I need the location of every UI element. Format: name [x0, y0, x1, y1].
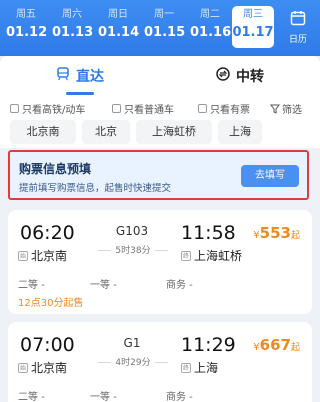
from-station-label: 北京南 — [31, 361, 68, 375]
origin-tag: 始 — [18, 250, 28, 261]
prefill-banner: 购票信息预填 提前填写购票信息，起售时快速提交 去填写 — [8, 150, 309, 200]
from-station-label: 北京南 — [31, 249, 68, 263]
seat-list: 二等 - 一等 - 商务 - — [18, 388, 298, 402]
promo-title: 购票信息预填 — [19, 162, 92, 176]
date-bar: 周五 01.12 周六 01.13 周日 01.14 周一 01.15 周二 0… — [0, 0, 320, 56]
weekday-label: 周一 — [154, 9, 174, 20]
arrive-time: 11:29 — [181, 334, 236, 356]
filter-label: 只看高铁/动车 — [22, 105, 86, 116]
funnel-icon — [270, 104, 280, 114]
to-station: 终 上海 — [181, 359, 218, 376]
filter-normal[interactable]: 只看普通车 — [112, 101, 174, 116]
seat-second-class: 二等 - — [18, 280, 45, 291]
price-suffix: 起 — [290, 343, 300, 353]
date-label: 01.12 — [6, 25, 48, 40]
promo-subtitle: 提前填写购票信息，起售时快速提交 — [19, 183, 172, 194]
tab-direct[interactable]: 直达 — [0, 62, 160, 92]
duration-label: 4时29分 — [111, 358, 155, 368]
date-item[interactable]: 周五 01.12 — [6, 8, 48, 42]
to-station: 终 上海虹桥 — [181, 247, 242, 264]
price-value: 667 — [259, 336, 291, 354]
filter-label: 只看有票 — [210, 105, 250, 116]
price: ¥667起 — [253, 336, 300, 354]
from-station: 始 北京南 — [18, 359, 67, 376]
seat-first-class: 一等 - — [90, 280, 117, 291]
price: ¥553起 — [253, 224, 300, 242]
tab-transfer-label: 中转 — [236, 69, 264, 85]
date-item[interactable]: 周日 01.14 — [98, 8, 140, 42]
depart-time: 06:20 — [20, 222, 75, 244]
sale-time: 12点30分起售 — [18, 298, 84, 309]
seat-second-class: 二等 - — [18, 392, 45, 402]
checkbox[interactable] — [10, 104, 19, 113]
train-icon — [56, 62, 70, 92]
date-label: 01.16 — [190, 25, 232, 40]
checkbox[interactable] — [112, 104, 121, 113]
weekday-label: 周日 — [108, 9, 128, 20]
filter-available[interactable]: 只看有票 — [198, 101, 250, 116]
date-label: 01.15 — [144, 25, 186, 40]
seat-business: 商务 - — [166, 280, 193, 291]
filter-button-label: 筛选 — [282, 105, 302, 116]
duration: 4时29分 — [98, 355, 168, 369]
station-chip[interactable]: 上海 — [218, 120, 262, 144]
train-card[interactable]: 06:20 G103 5时38分 11:58 ¥553起 始 北京南 终 上海虹… — [8, 210, 312, 314]
station-chip[interactable]: 上海虹桥 — [136, 120, 212, 144]
date-label: 01.14 — [98, 25, 140, 40]
date-item[interactable]: 周一 01.15 — [144, 8, 186, 42]
station-chips: 北京南 北京 上海虹桥 上海 — [10, 120, 310, 148]
search-panel: 直达 中转 只看高铁/动车 只看普通车 只看有票 筛选 北京南 北京 上海虹桥 … — [0, 56, 320, 148]
price-suffix: 起 — [290, 231, 300, 241]
to-station-label: 上海虹桥 — [194, 249, 243, 263]
calendar-icon — [290, 11, 306, 26]
train-card[interactable]: 07:00 G1 4时29分 11:29 ¥667起 始 北京南 终 上海 二等… — [8, 322, 312, 402]
terminal-tag: 终 — [181, 250, 191, 261]
seat-business: 商务 - — [166, 392, 193, 402]
date-item-selected[interactable]: 周三 01.17 — [232, 6, 274, 48]
date-item[interactable]: 周二 01.16 — [190, 8, 232, 42]
weekday-label: 周六 — [62, 9, 82, 20]
weekday-label: 周五 — [16, 9, 36, 20]
date-label: 01.17 — [232, 25, 274, 40]
date-item[interactable]: 周六 01.13 — [52, 8, 94, 42]
calendar-label: 日历 — [288, 35, 307, 45]
station-chip[interactable]: 北京南 — [10, 120, 76, 144]
duration-label: 5时38分 — [111, 246, 155, 256]
terminal-tag: 终 — [181, 362, 191, 373]
weekday-label: 周三 — [243, 9, 263, 20]
filter-label: 只看普通车 — [124, 105, 174, 116]
seat-first-class: 一等 - — [90, 392, 117, 402]
date-label: 01.13 — [52, 25, 94, 40]
train-number: G103 — [115, 224, 149, 238]
duration: 5时38分 — [98, 243, 168, 257]
depart-time: 07:00 — [20, 334, 75, 356]
train-search-screen: 周五 01.12 周六 01.13 周日 01.14 周一 01.15 周二 0… — [0, 0, 320, 402]
prefill-button[interactable]: 去填写 — [241, 165, 299, 187]
from-station: 始 北京南 — [18, 247, 67, 264]
filter-button[interactable]: 筛选 — [270, 101, 302, 116]
train-number: G1 — [123, 336, 141, 350]
arrive-time: 11:58 — [181, 222, 236, 244]
tab-direct-label: 直达 — [76, 69, 104, 85]
calendar-button[interactable]: 日历 — [284, 10, 312, 45]
to-station-label: 上海 — [194, 361, 219, 375]
price-value: 553 — [259, 224, 291, 242]
station-chip[interactable]: 北京 — [82, 120, 130, 144]
transfer-icon — [216, 62, 230, 92]
filter-high-speed[interactable]: 只看高铁/动车 — [10, 101, 85, 116]
tab-active-indicator — [66, 92, 94, 95]
origin-tag: 始 — [18, 362, 28, 373]
seat-list: 二等 - 一等 - 商务 - — [18, 276, 298, 291]
tab-transfer[interactable]: 中转 — [160, 62, 320, 92]
weekday-label: 周二 — [200, 9, 220, 20]
checkbox[interactable] — [198, 104, 207, 113]
filter-row: 只看高铁/动车 只看普通车 只看有票 筛选 — [10, 98, 310, 118]
